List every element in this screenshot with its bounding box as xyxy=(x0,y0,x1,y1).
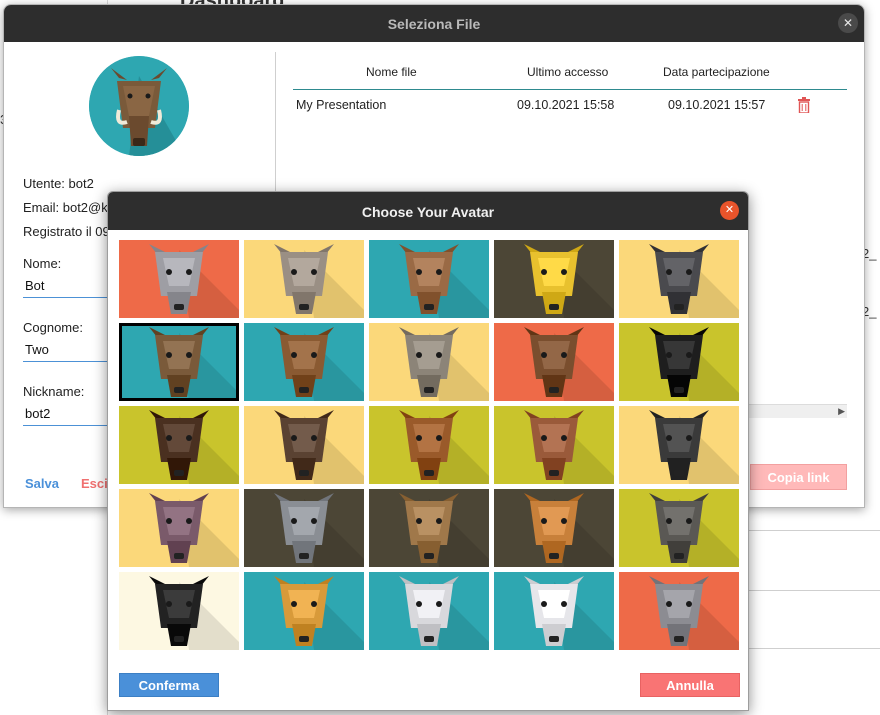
choose-avatar-dialog: Choose Your Avatar ✕ Conferma Annulla xyxy=(107,191,749,711)
monkey-icon xyxy=(369,240,489,318)
bull-icon xyxy=(494,323,614,401)
file-window-titlebar: Seleziona File ✕ xyxy=(4,5,864,42)
column-header-data-partecipazione[interactable]: Data partecipazione xyxy=(663,65,770,79)
nome-label: Nome: xyxy=(23,256,62,271)
avatar-option-white-tiger[interactable] xyxy=(494,572,614,650)
avatar-option-fox[interactable] xyxy=(494,489,614,567)
avatar-option-bison[interactable] xyxy=(119,406,239,484)
wolf-icon xyxy=(369,572,489,650)
avatar-option-cat-glasses[interactable] xyxy=(369,323,489,401)
panther-icon xyxy=(119,572,239,650)
avatar-option-warthog[interactable] xyxy=(119,323,239,401)
user-name-info: Utente: bot2 xyxy=(23,176,94,191)
avatar-option-kangaroo[interactable] xyxy=(369,489,489,567)
background-line xyxy=(749,648,880,649)
kangaroo-icon xyxy=(369,489,489,567)
salva-button[interactable]: Salva xyxy=(25,476,59,491)
nome-input[interactable] xyxy=(23,274,113,298)
avatar-dialog-titlebar: Choose Your Avatar ✕ xyxy=(108,192,748,230)
deer-icon xyxy=(494,406,614,484)
background-line xyxy=(749,590,880,591)
giraffe-icon xyxy=(244,572,364,650)
cheetah-icon xyxy=(494,240,614,318)
file-window-close-button[interactable]: ✕ xyxy=(838,13,858,33)
avatar-option-giraffe[interactable] xyxy=(244,572,364,650)
user-registered-info: Registrato il 09 xyxy=(23,224,110,239)
avatar-option-cheetah[interactable] xyxy=(494,240,614,318)
avatar-option-wolf[interactable] xyxy=(369,572,489,650)
participation-date-cell: 09.10.2021 15:57 xyxy=(668,98,766,112)
conferma-button[interactable]: Conferma xyxy=(119,673,219,697)
user-email-info: Email: bot2@k xyxy=(23,200,108,215)
file-name-cell[interactable]: My Presentation xyxy=(296,98,386,112)
avatar-option-husky[interactable] xyxy=(619,406,739,484)
profile-avatar[interactable] xyxy=(89,56,189,156)
column-header-ultimo-accesso[interactable]: Ultimo accesso xyxy=(527,65,608,79)
table-header-underline xyxy=(293,89,847,90)
cow-icon xyxy=(369,406,489,484)
cognome-label: Cognome: xyxy=(23,320,83,335)
trash-icon[interactable] xyxy=(798,97,810,113)
husky-icon xyxy=(619,406,739,484)
avatar-dialog-title: Choose Your Avatar xyxy=(361,204,495,220)
copia-link-button[interactable]: Copia link xyxy=(750,464,847,490)
avatar-option-sloth[interactable] xyxy=(244,240,364,318)
cognome-input[interactable] xyxy=(23,338,113,362)
avatar-dialog-close-button[interactable]: ✕ xyxy=(720,201,739,220)
horizontal-scrollbar[interactable]: ▶ xyxy=(748,404,847,418)
avatar-option-grey-cat[interactable] xyxy=(244,489,364,567)
scroll-right-arrow-icon[interactable]: ▶ xyxy=(838,406,845,417)
avatar-option-gorilla[interactable] xyxy=(619,240,739,318)
nickname-input[interactable] xyxy=(23,402,113,426)
elephant-icon xyxy=(619,489,739,567)
bison-icon xyxy=(119,406,239,484)
last-access-cell: 09.10.2021 15:58 xyxy=(517,98,615,112)
cat-glasses-icon xyxy=(369,323,489,401)
file-window-title: Seleziona File xyxy=(387,16,481,32)
avatar-option-german-shepherd[interactable] xyxy=(244,323,364,401)
column-header-nome-file[interactable]: Nome file xyxy=(366,65,417,79)
avatar-option-panther[interactable] xyxy=(119,572,239,650)
grey-cat-icon xyxy=(244,489,364,567)
nickname-label: Nickname: xyxy=(23,384,85,399)
esci-button[interactable]: Esci xyxy=(81,476,108,491)
penguin-icon xyxy=(619,323,739,401)
avatar-option-hippo[interactable] xyxy=(119,489,239,567)
annulla-button[interactable]: Annulla xyxy=(640,673,740,697)
gorilla-icon xyxy=(619,240,739,318)
white-tiger-icon xyxy=(494,572,614,650)
rhino-icon xyxy=(619,572,739,650)
hippo-icon xyxy=(119,489,239,567)
background-line xyxy=(749,530,880,531)
avatar-option-raccoon[interactable] xyxy=(119,240,239,318)
german-shepherd-icon xyxy=(244,323,364,401)
warthog-icon xyxy=(119,323,239,401)
avatar-option-rhino[interactable] xyxy=(619,572,739,650)
fox-icon xyxy=(494,489,614,567)
avatar-option-bear[interactable] xyxy=(244,406,364,484)
avatar-option-penguin[interactable] xyxy=(619,323,739,401)
sloth-icon xyxy=(244,240,364,318)
raccoon-icon xyxy=(119,240,239,318)
avatar-option-cow[interactable] xyxy=(369,406,489,484)
avatar-option-deer[interactable] xyxy=(494,406,614,484)
warthog-icon xyxy=(89,56,189,156)
avatar-option-elephant[interactable] xyxy=(619,489,739,567)
avatar-option-monkey[interactable] xyxy=(369,240,489,318)
avatar-option-bull[interactable] xyxy=(494,323,614,401)
bear-icon xyxy=(244,406,364,484)
